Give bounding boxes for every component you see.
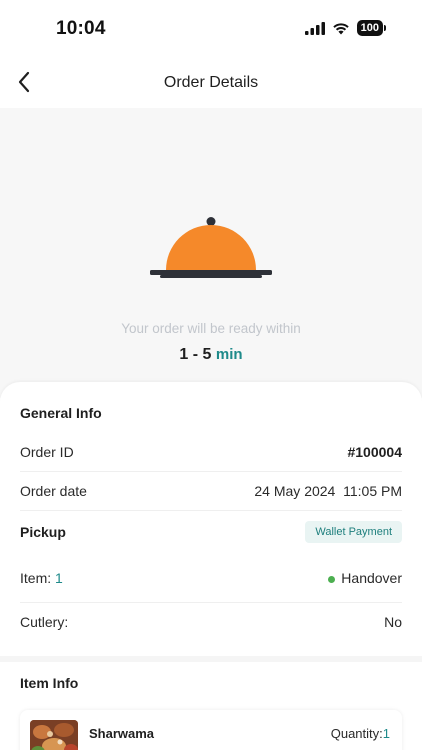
order-date-value: 24 May 2024 11:05 PM <box>254 483 402 499</box>
order-status-label: Handover <box>341 570 402 586</box>
payment-method-badge: Wallet Payment <box>305 521 402 543</box>
page-title: Order Details <box>163 74 259 91</box>
general-info-card: General Info Order ID #100004 Order date… <box>0 382 422 662</box>
item-quantity-value: 1 <box>382 726 390 741</box>
ready-time: 1 - 5 min <box>0 346 422 364</box>
item-count-label: Item: <box>20 570 52 586</box>
order-status: Handover <box>328 570 402 586</box>
food-cloche-icon <box>150 217 272 278</box>
order-type-row: Pickup Wallet Payment <box>20 513 402 551</box>
cellular-signal-icon <box>304 21 325 35</box>
battery-icon: 100 <box>356 20 386 36</box>
cutlery-value: No <box>384 614 402 630</box>
battery-level: 100 <box>356 20 383 36</box>
cutlery-label: Cutlery: <box>20 614 69 630</box>
status-bar: 10:04 100 <box>0 0 422 56</box>
item-image <box>30 720 78 750</box>
order-date-row: Order date 24 May 2024 11:05 PM <box>20 472 402 510</box>
status-icons: 100 <box>304 20 386 36</box>
divider <box>20 510 402 511</box>
item-info-section: Item Info Sharwama Quantity:1 <box>0 662 422 750</box>
ready-time-unit: min <box>215 346 243 363</box>
ready-time-range: 1 - 5 <box>179 346 212 363</box>
status-time: 10:04 <box>56 18 106 39</box>
wifi-icon <box>332 22 349 34</box>
order-date-label: Order date <box>20 483 87 499</box>
general-info-title: General Info <box>20 405 102 421</box>
item-count-value: 1 <box>55 570 63 586</box>
item-quantity: Quantity:1 <box>331 726 390 741</box>
header: Order Details <box>0 56 422 108</box>
order-id-value: #100004 <box>347 444 402 460</box>
item-quantity-label: Quantity: <box>330 726 383 741</box>
cutlery-row: Cutlery: No <box>20 603 402 641</box>
item-count-row: Item: 1 Handover <box>20 559 402 597</box>
item-card[interactable]: Sharwama Quantity:1 <box>20 710 402 750</box>
order-id-row: Order ID #100004 <box>20 433 402 471</box>
order-id-label: Order ID <box>20 444 74 460</box>
item-info-title: Item Info <box>20 675 79 691</box>
order-type: Pickup <box>20 524 66 540</box>
item-name: Sharwama <box>89 726 155 741</box>
item-count-label-group: Item: 1 <box>20 570 63 586</box>
status-dot <box>328 575 336 583</box>
ready-within-label: Your order will be ready within <box>121 321 301 336</box>
order-ready-banner: Your order will be ready within 1 - 5 mi… <box>0 108 422 398</box>
